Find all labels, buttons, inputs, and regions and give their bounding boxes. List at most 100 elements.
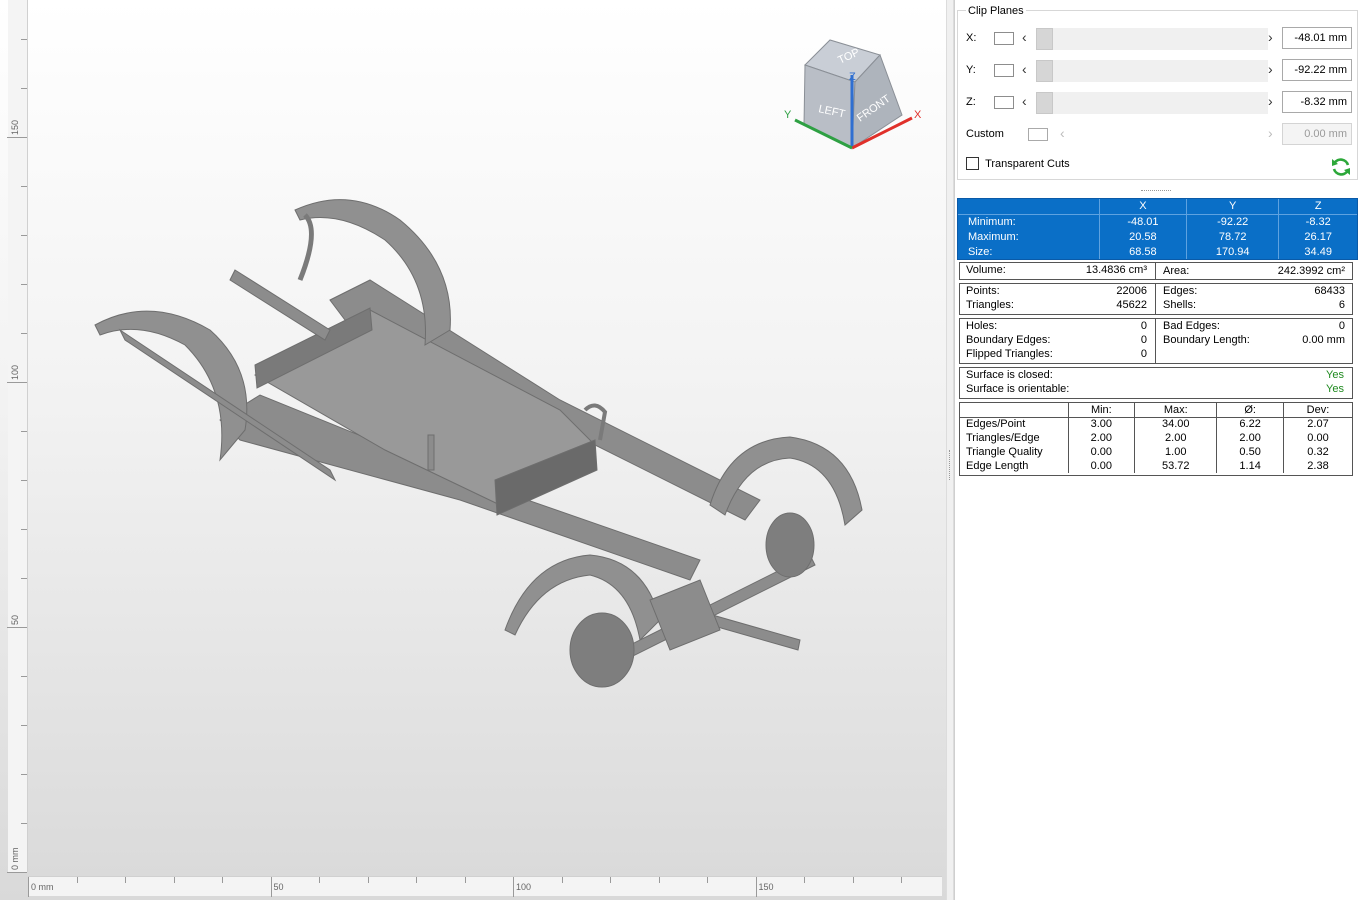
splitter-grip[interactable] (949, 450, 951, 480)
metrics-cell: 34.00 (1134, 417, 1217, 431)
metrics-row: Edge Length 0.00 53.72 1.14 2.38 (960, 459, 1352, 473)
bad-edges-label: Bad Edges: (1163, 320, 1220, 332)
bbox-row-label: Maximum: (968, 230, 1019, 243)
panel-splitter[interactable] (946, 0, 954, 900)
clip-x-slider-thumb[interactable] (1036, 28, 1053, 50)
clip-x-slider[interactable] (1036, 28, 1268, 50)
clip-planes-group: Clip Planes X: ‹ › -48.01 mm Y: ‹ › -92.… (957, 5, 1358, 180)
bounding-box-table: X Y Z Minimum: -48.01 -92.22 -8.32 Maxim… (957, 198, 1358, 260)
counts-box: Points: 22006 Triangles: 45622 Edges: 68… (959, 283, 1353, 315)
ruler-tick (610, 877, 611, 883)
brake-drum-left (569, 612, 635, 688)
bbox-row-maximum: Maximum: 20.58 78.72 26.17 (958, 229, 1357, 244)
metrics-row: Triangles/Edge 2.00 2.00 2.00 0.00 (960, 431, 1352, 445)
clip-z-increase-icon[interactable]: › (1268, 94, 1273, 108)
clip-row-x: X: ‹ › -48.01 mm (964, 27, 1354, 51)
clip-row-y: Y: ‹ › -92.22 mm (964, 59, 1354, 83)
clip-row-z: Z: ‹ › -8.32 mm (964, 91, 1354, 115)
ruler-tick (901, 877, 902, 883)
clip-z-slider-thumb[interactable] (1036, 92, 1053, 114)
clip-y-slider-thumb[interactable] (1036, 60, 1053, 82)
boundary-length-value: 0.00 mm (1302, 334, 1345, 346)
boundary-edges-line: Boundary Edges: 0 (960, 334, 1155, 348)
metrics-header-dev: Dev: (1282, 403, 1352, 418)
clip-z-decrease-icon[interactable]: ‹ (1022, 94, 1027, 108)
metrics-cell: 1.00 (1134, 445, 1217, 459)
ruler-tick (513, 877, 514, 897)
clip-y-checkbox[interactable] (994, 64, 1014, 77)
viewcube-z-label: Z (849, 71, 856, 83)
transparent-cuts-checkbox[interactable] (966, 157, 979, 170)
counts-left: Points: 22006 Triangles: 45622 (960, 284, 1156, 314)
clip-y-label: Y: (966, 64, 976, 76)
flipped-triangles-value: 0 (1140, 348, 1147, 360)
3d-viewport[interactable]: 150 100 50 0 mm 0 mm 50 100 150 TOP LEFT… (0, 0, 946, 900)
viewcube-x-label: X (914, 109, 922, 121)
panel-resize-grip[interactable] (1141, 190, 1171, 192)
metrics-cell: 6.22 (1216, 417, 1284, 431)
brake-drum-right (765, 512, 815, 578)
edges-line: Edges: 68433 (1157, 285, 1353, 299)
metrics-cell: 0.50 (1216, 445, 1284, 459)
flipped-triangles-line: Flipped Triangles: 0 (960, 348, 1155, 362)
clip-x-value-field[interactable]: -48.01 mm (1282, 27, 1352, 49)
ruler-label: 150 (758, 882, 774, 892)
ruler-tick (755, 877, 757, 897)
metrics-row: Triangle Quality 0.00 1.00 0.50 0.32 (960, 445, 1352, 459)
area-label: Area: (1163, 265, 1190, 277)
properties-panel: Clip Planes X: ‹ › -48.01 mm Y: ‹ › -92.… (954, 0, 1361, 900)
errors-right: Bad Edges: 0 Boundary Length: 0.00 mm (1157, 319, 1353, 363)
bbox-cell: 26.17 (1278, 229, 1357, 244)
metrics-header-empty (960, 403, 1068, 418)
ruler-tick (561, 877, 563, 883)
clip-z-slider[interactable] (1036, 92, 1268, 114)
points-value: 22006 (1116, 285, 1147, 297)
ruler-tick (416, 877, 417, 883)
ruler-label: 100 (516, 882, 532, 892)
clip-y-value-field[interactable]: -92.22 mm (1282, 59, 1352, 81)
bbox-row-label: Minimum: (968, 215, 1016, 228)
bbox-cell: -92.22 (1185, 214, 1279, 229)
clip-z-value-field[interactable]: -8.32 mm (1282, 91, 1352, 113)
clip-y-slider[interactable] (1036, 60, 1268, 82)
area-cell: Area: 242.3992 cm² (1157, 263, 1353, 279)
ruler-tick (173, 877, 175, 883)
metrics-cell: 53.72 (1134, 459, 1217, 473)
clip-y-decrease-icon[interactable]: ‹ (1022, 62, 1027, 76)
boundary-edges-value: 0 (1140, 334, 1147, 346)
ruler-tick (658, 877, 660, 883)
ruler-tick (367, 877, 369, 883)
ruler-tick (852, 877, 854, 883)
ruler-tick (125, 877, 126, 883)
clip-custom-checkbox[interactable] (1028, 128, 1048, 141)
surface-orientable-line: Surface is orientable: Yes (960, 383, 1352, 397)
errors-box: Holes: 0 Boundary Edges: 0 Flipped Trian… (959, 318, 1353, 364)
ruler-tick (7, 872, 27, 873)
metrics-row-label: Edges/Point (966, 418, 1026, 431)
clip-x-checkbox[interactable] (994, 32, 1014, 45)
errors-left: Holes: 0 Boundary Edges: 0 Flipped Trian… (960, 319, 1156, 363)
clip-y-increase-icon[interactable]: › (1268, 62, 1273, 76)
metrics-cell: 2.00 (1216, 431, 1284, 445)
spring-front (229, 269, 331, 341)
surface-box: Surface is closed: Yes Surface is orient… (959, 367, 1353, 399)
clip-z-checkbox[interactable] (994, 96, 1014, 109)
metrics-header-max: Max: (1134, 403, 1217, 418)
refresh-icon[interactable] (1330, 156, 1352, 178)
clip-x-increase-icon[interactable]: › (1268, 30, 1273, 44)
points-label: Points: (966, 285, 1000, 297)
transparent-cuts-label[interactable]: Transparent Cuts (985, 158, 1070, 170)
metrics-row-label: Edge Length (966, 460, 1029, 472)
transparent-cuts-option[interactable]: Transparent Cuts (966, 157, 1070, 170)
metrics-cell: 0.32 (1282, 445, 1352, 459)
triangles-value: 45622 (1116, 299, 1147, 311)
holes-line: Holes: 0 (960, 320, 1155, 334)
edges-label: Edges: (1163, 285, 1198, 297)
bbox-row-size: Size: 68.58 170.94 34.49 (958, 244, 1357, 259)
ruler-tick (319, 877, 320, 883)
clip-x-decrease-icon[interactable]: ‹ (1022, 30, 1027, 44)
points-line: Points: 22006 (960, 285, 1155, 299)
view-cube[interactable]: TOP LEFT FRONT X Y Z (780, 30, 930, 160)
clip-z-label: Z: (966, 96, 976, 108)
metrics-cell: 1.14 (1216, 459, 1284, 473)
